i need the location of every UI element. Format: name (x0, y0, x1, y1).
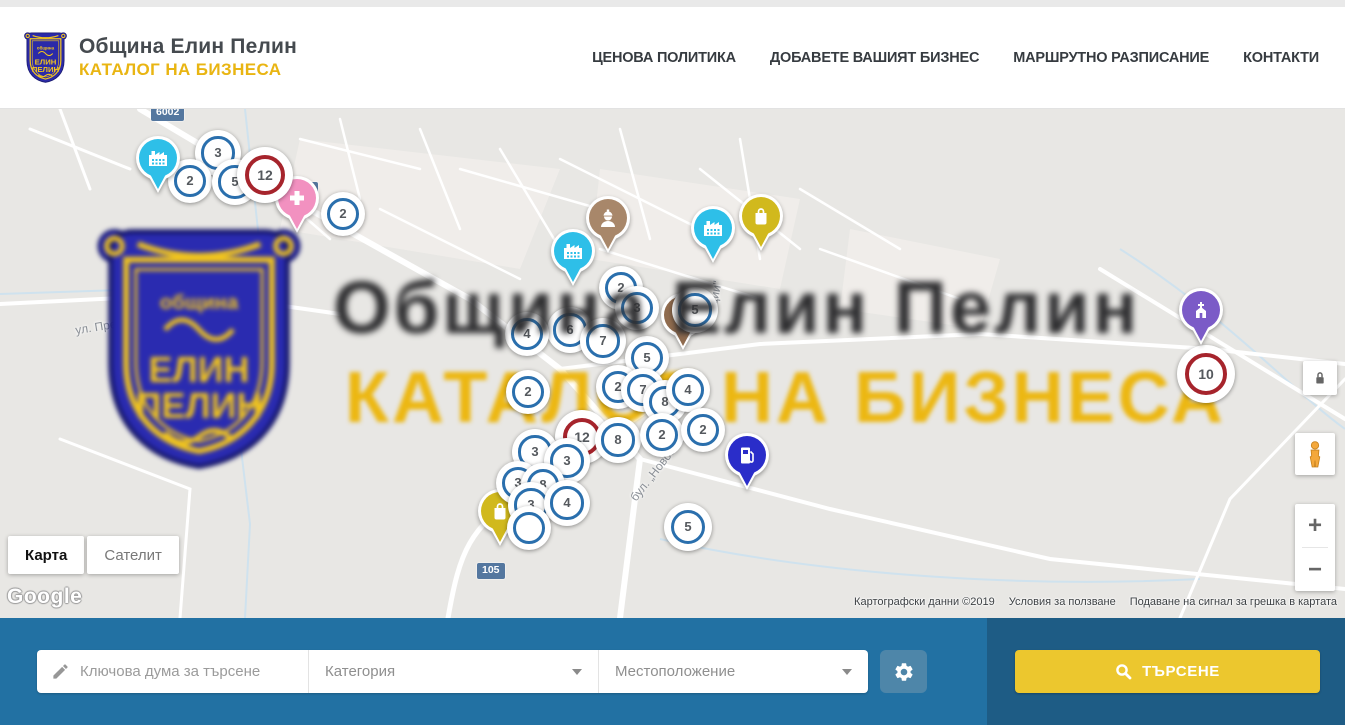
cluster-count: 8 (614, 432, 621, 447)
map-canvas[interactable]: 6002105 ул. Преславбул. „Новоселции" 325… (0, 109, 1345, 618)
lock-icon (1309, 367, 1331, 389)
site-title: Община Елин Пелин (79, 35, 297, 59)
cluster-marker[interactable]: 5 (672, 287, 718, 333)
pegman-button[interactable] (1295, 433, 1335, 475)
cluster-count: 3 (214, 145, 221, 160)
cluster-count: 2 (186, 173, 193, 188)
search-button-label: ТЪРСЕНЕ (1142, 663, 1220, 680)
zoom-in-button[interactable]: + (1295, 504, 1335, 547)
cluster-marker[interactable]: 2 (321, 192, 365, 236)
keyword-input[interactable] (80, 663, 300, 680)
search-button[interactable]: ТЪРСЕНЕ (1015, 650, 1320, 693)
site-logo[interactable]: община ЕЛИН ПЕЛИН Община Елин Пелин КАТА… (0, 26, 297, 90)
chevron-down-icon (842, 669, 852, 675)
place-pin[interactable] (133, 135, 183, 195)
site-subtitle: КАТАЛОГ НА БИЗНЕСА (79, 60, 297, 80)
place-pin[interactable] (548, 228, 598, 288)
map-type-control: Карта Сателит (8, 536, 179, 574)
map-attribution: Картографски данни ©2019 Условия за полз… (854, 596, 1337, 608)
location-select[interactable]: Местоположение (598, 650, 868, 693)
cluster-marker[interactable]: 2 (681, 408, 725, 452)
cluster-marker[interactable]: 4 (505, 312, 549, 356)
cluster-count: 5 (643, 350, 650, 365)
pencil-icon (51, 662, 70, 681)
top-strip (0, 0, 1345, 7)
pegman-icon (1302, 439, 1328, 469)
nav-item-pricing[interactable]: ЦЕНОВА ПОЛИТИКА (592, 50, 736, 66)
lock-button[interactable] (1303, 361, 1337, 395)
main-nav: ЦЕНОВА ПОЛИТИКА ДОБАВЕТЕ ВАШИЯТ БИЗНЕС М… (592, 50, 1345, 66)
cluster-count: 4 (684, 382, 691, 397)
svg-text:ПЕЛИН: ПЕЛИН (32, 64, 60, 73)
search-fields: Категория Местоположение (37, 650, 868, 693)
cluster-marker[interactable]: 2 (506, 370, 550, 414)
terms-link[interactable]: Условия за ползване (1009, 596, 1116, 608)
nav-item-add-business[interactable]: ДОБАВЕТЕ ВАШИЯТ БИЗНЕС (770, 50, 979, 66)
cluster-marker[interactable]: 5 (664, 503, 712, 551)
cluster-marker[interactable]: 10 (1177, 345, 1235, 403)
location-select-value: Местоположение (615, 663, 735, 680)
cluster-count: 5 (684, 519, 691, 534)
cluster-marker[interactable]: 3 (615, 286, 659, 330)
keyword-field (37, 650, 308, 693)
cluster-marker[interactable] (507, 506, 551, 550)
gear-icon (893, 661, 915, 683)
cluster-count: 6 (566, 322, 573, 337)
map-data-notice: Картографски данни ©2019 (854, 596, 995, 608)
search-icon (1115, 663, 1132, 680)
category-select[interactable]: Категория (308, 650, 598, 693)
place-pin[interactable] (1176, 287, 1226, 347)
cluster-count: 4 (523, 326, 530, 341)
cluster-marker[interactable]: 7 (580, 318, 626, 364)
cluster-count: 7 (599, 333, 606, 348)
cluster-count: 10 (1198, 366, 1214, 382)
cluster-count: 3 (633, 300, 640, 315)
cluster-marker[interactable]: 8 (595, 417, 641, 463)
advanced-settings-button[interactable] (880, 650, 927, 693)
cluster-count: 2 (524, 384, 531, 399)
map-type-satellite-button[interactable]: Сателит (87, 536, 179, 574)
cluster-count: 2 (699, 422, 706, 437)
cluster-marker[interactable]: 2 (640, 413, 684, 457)
zoom-out-button[interactable]: − (1295, 548, 1335, 591)
page: община ЕЛИН ПЕЛИН Община Елин Пелин КАТА… (0, 0, 1345, 725)
map-type-map-button[interactable]: Карта (8, 536, 84, 574)
place-pin[interactable] (688, 205, 738, 265)
cluster-count: 4 (563, 495, 570, 510)
cluster-marker[interactable]: 12 (237, 147, 293, 203)
cluster-count: 2 (339, 206, 346, 221)
cluster-count: 12 (257, 167, 273, 183)
cluster-count: 3 (531, 444, 538, 459)
cluster-count: 3 (563, 453, 570, 468)
chevron-down-icon (572, 669, 582, 675)
cluster-count: 5 (691, 302, 698, 317)
road-shield: 6002 (151, 109, 184, 121)
cluster-count: 2 (658, 427, 665, 442)
road-shield: 105 (477, 563, 505, 579)
place-pin[interactable] (736, 193, 786, 253)
search-bar: Категория Местоположение ТЪРСЕНЕ (0, 618, 1345, 725)
zoom-control: + − (1295, 504, 1335, 591)
cluster-marker[interactable]: 4 (666, 368, 710, 412)
place-pin[interactable] (722, 432, 772, 492)
header: община ЕЛИН ПЕЛИН Община Елин Пелин КАТА… (0, 7, 1345, 109)
category-select-value: Категория (325, 663, 395, 680)
municipality-emblem-icon: община ЕЛИН ПЕЛИН (22, 26, 69, 90)
logo-text: Община Елин Пелин КАТАЛОГ НА БИЗНЕСА (79, 35, 297, 80)
cluster-marker[interactable]: 4 (544, 480, 590, 526)
report-error-link[interactable]: Подаване на сигнал за грешка в картата (1130, 596, 1337, 608)
google-logo[interactable]: Google (7, 585, 82, 609)
nav-item-schedule[interactable]: МАРШРУТНО РАЗПИСАНИЕ (1013, 50, 1209, 66)
nav-item-contacts[interactable]: КОНТАКТИ (1243, 50, 1319, 66)
svg-text:община: община (37, 44, 55, 50)
